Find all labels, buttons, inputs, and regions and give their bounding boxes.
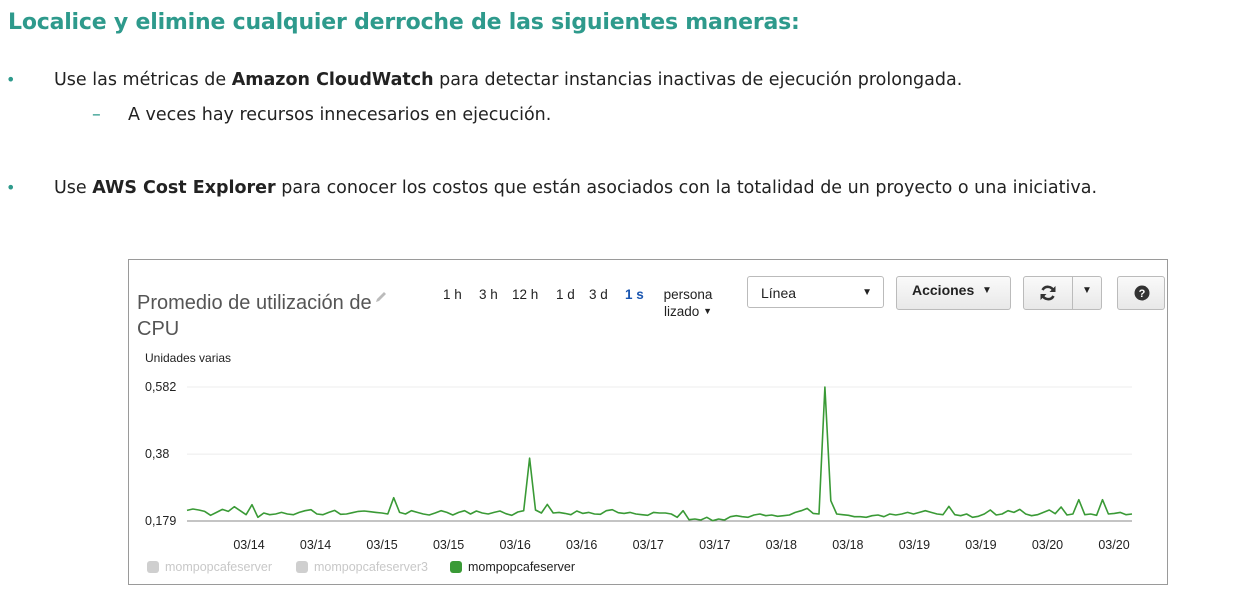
cloudwatch-strong: Amazon CloudWatch xyxy=(231,70,434,90)
x-tick-label: 03/20 xyxy=(1032,538,1063,552)
legend-label: mompopcafeserver xyxy=(165,560,272,574)
range-1s[interactable]: 1 s xyxy=(625,287,644,302)
x-tick-label: 03/18 xyxy=(766,538,797,552)
sub-bullet-dash: – xyxy=(92,105,101,125)
bullet-cloudwatch-text: Use las métricas de Amazon CloudWatch pa… xyxy=(54,70,962,90)
slide-title: Localice y elimine cualquier derroche de… xyxy=(8,10,800,35)
range-3h[interactable]: 3 h xyxy=(479,287,498,302)
legend-item-active[interactable]: mompopcafeserver xyxy=(450,560,575,574)
x-tick-label: 03/14 xyxy=(233,538,264,552)
bullet-cost-prefix: Use xyxy=(54,178,93,198)
chevron-down-icon: ▼ xyxy=(1082,285,1092,296)
refresh-icon xyxy=(1040,285,1056,301)
range-1d[interactable]: 1 d xyxy=(556,287,575,302)
x-tick-label: 03/14 xyxy=(300,538,331,552)
legend-item-hidden-2[interactable]: mompopcafeserver3 xyxy=(296,560,428,574)
chevron-down-icon: ▼ xyxy=(982,285,992,296)
bullet-cost-explorer-text: Use AWS Cost Explorer para conocer los c… xyxy=(54,178,1097,198)
range-3d[interactable]: 3 d xyxy=(589,287,608,302)
x-tick-label: 03/16 xyxy=(566,538,597,552)
legend-label: mompopcafeserver3 xyxy=(314,560,428,574)
legend-swatch xyxy=(147,561,159,573)
refresh-dropdown-button[interactable]: ▼ xyxy=(1072,276,1102,310)
x-tick-label: 03/17 xyxy=(699,538,730,552)
chevron-down-icon: ▼ xyxy=(862,287,872,298)
help-button[interactable]: ? xyxy=(1117,276,1165,310)
stat-select[interactable]: Línea ▼ xyxy=(747,276,884,308)
legend-item-hidden-1[interactable]: mompopcafeserver xyxy=(147,560,272,574)
bullet-cloudwatch-suffix: para detectar instancias inactivas de ej… xyxy=(433,70,963,90)
range-12h[interactable]: 12 h xyxy=(512,287,538,302)
actions-button[interactable]: Acciones ▼ xyxy=(896,276,1011,310)
custom-range-button[interactable]: persona lizado ▼ xyxy=(655,286,721,320)
cpu-widget: Promedio de utilización de CPU 1 h 3 h 1… xyxy=(128,259,1168,585)
x-tick-label: 03/17 xyxy=(633,538,664,552)
x-tick-label: 03/18 xyxy=(832,538,863,552)
legend-swatch xyxy=(450,561,462,573)
widget-title: Promedio de utilización de CPU xyxy=(137,292,372,340)
cost-explorer-strong: AWS Cost Explorer xyxy=(92,178,276,198)
actions-label: Acciones xyxy=(912,282,975,298)
bullet-cloudwatch-prefix: Use las métricas de xyxy=(54,70,232,90)
bullet-dot: • xyxy=(6,70,16,89)
range-1h[interactable]: 1 h xyxy=(443,287,462,302)
cpu-line-chart: 0,179 0,38 0,582 03/14 03/14 03/15 03/15 03/16 0… xyxy=(145,380,1133,552)
bullet-dot: • xyxy=(6,178,16,197)
x-tick-label: 03/20 xyxy=(1098,538,1129,552)
x-tick-label: 03/19 xyxy=(965,538,996,552)
y-tick-label: 0,582 xyxy=(145,380,176,394)
refresh-button[interactable] xyxy=(1023,276,1073,310)
help-icon: ? xyxy=(1134,285,1150,301)
svg-text:?: ? xyxy=(1139,288,1146,300)
x-tick-label: 03/19 xyxy=(899,538,930,552)
legend-label: mompopcafeserver xyxy=(468,560,575,574)
x-tick-label: 03/15 xyxy=(366,538,397,552)
y-tick-label: 0,179 xyxy=(145,514,176,528)
chevron-down-icon: ▼ xyxy=(703,306,712,316)
pencil-icon[interactable] xyxy=(374,290,388,304)
bullet-cost-suffix: para conocer los costos que están asocia… xyxy=(275,178,1098,198)
sub-bullet-text: A veces hay recursos innecesarios en eje… xyxy=(128,105,552,125)
x-tick-label: 03/16 xyxy=(500,538,531,552)
y-tick-label: 0,38 xyxy=(145,447,169,461)
stat-select-value: Línea xyxy=(761,285,797,301)
x-tick-label: 03/15 xyxy=(433,538,464,552)
legend-swatch xyxy=(296,561,308,573)
